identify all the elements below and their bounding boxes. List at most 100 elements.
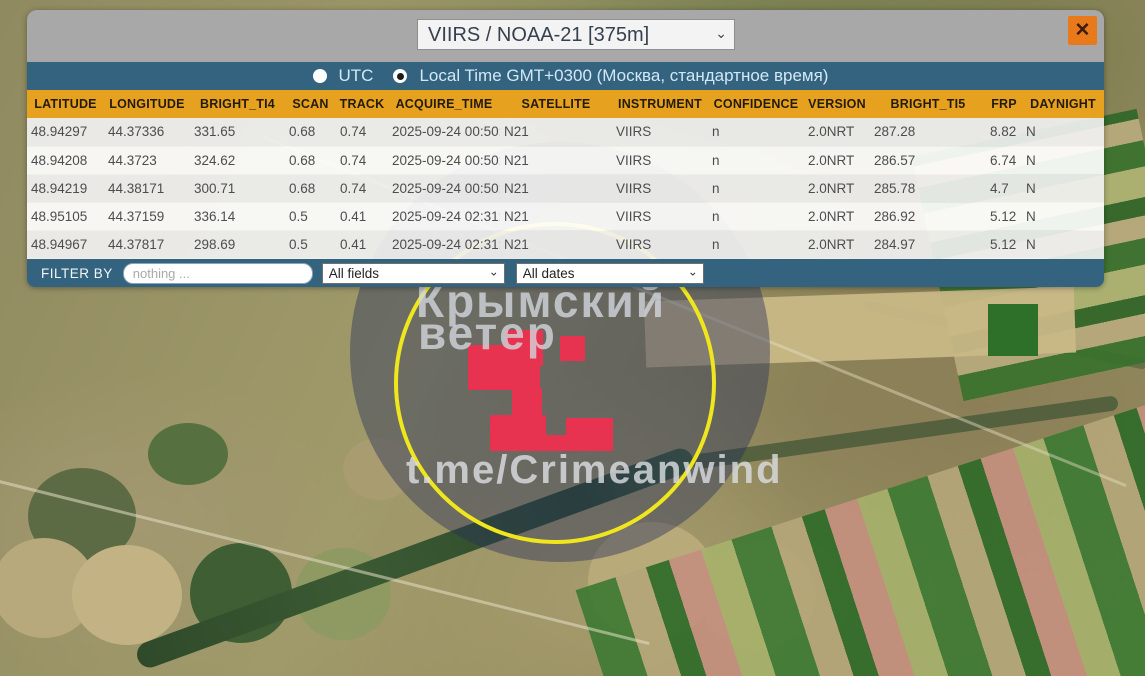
cell-satellite: N21	[500, 174, 612, 202]
cell-satellite: N21	[500, 202, 612, 230]
col-header-daynight: DAYNIGHT	[1022, 90, 1104, 118]
cell-frp: 8.82	[986, 118, 1022, 146]
cell-bright_ti5: 287.28	[870, 118, 986, 146]
cell-bright_ti4: 300.71	[190, 174, 285, 202]
cell-latitude: 48.95105	[27, 202, 104, 230]
cell-track: 0.74	[336, 146, 388, 174]
fields-select-wrapper: All fields	[322, 263, 505, 284]
close-button[interactable]: ✕	[1068, 16, 1097, 45]
fire-detections-table: LATITUDELONGITUDEBRIGHT_TI4SCANTRACKACQU…	[27, 90, 1104, 259]
table-header: LATITUDELONGITUDEBRIGHT_TI4SCANTRACKACQU…	[27, 90, 1104, 118]
cell-acquire_time: 2025-09-24 02:31:00	[388, 202, 500, 230]
cell-confidence: n	[708, 230, 804, 258]
cell-longitude: 44.37159	[104, 202, 190, 230]
cell-instrument: VIIRS	[612, 146, 708, 174]
cell-instrument: VIIRS	[612, 174, 708, 202]
cell-bright_ti5: 286.57	[870, 146, 986, 174]
cell-frp: 6.74	[986, 146, 1022, 174]
col-header-acquire_time: ACQUIRE_TIME	[388, 90, 500, 118]
col-header-latitude: LATITUDE	[27, 90, 104, 118]
cell-bright_ti5: 284.97	[870, 230, 986, 258]
timezone-toggle-bar: UTC Local Time GMT+0300 (Москва, стандар…	[27, 62, 1104, 90]
table-row: 48.9510544.37159336.140.50.412025-09-24 …	[27, 202, 1104, 230]
cell-bright_ti4: 331.65	[190, 118, 285, 146]
cell-track: 0.74	[336, 174, 388, 202]
watermark-text: ветер	[418, 306, 557, 360]
crop-field	[988, 304, 1038, 356]
irrigation-pivot-field	[72, 545, 182, 645]
cell-latitude: 48.94967	[27, 230, 104, 258]
cell-confidence: n	[708, 118, 804, 146]
cell-track: 0.41	[336, 230, 388, 258]
local-time-radio[interactable]	[393, 69, 407, 83]
cell-longitude: 44.38171	[104, 174, 190, 202]
cell-acquire_time: 2025-09-24 00:50:00	[388, 146, 500, 174]
col-header-version: VERSION	[804, 90, 870, 118]
col-header-instrument: INSTRUMENT	[612, 90, 708, 118]
cell-scan: 0.68	[285, 118, 336, 146]
dataset-select[interactable]: VIIRS / NOAA-21 [375m]	[418, 20, 734, 49]
cell-latitude: 48.94297	[27, 118, 104, 146]
cell-satellite: N21	[500, 118, 612, 146]
cell-bright_ti4: 324.62	[190, 146, 285, 174]
cell-longitude: 44.3723	[104, 146, 190, 174]
cell-bright_ti5: 286.92	[870, 202, 986, 230]
cell-daynight: N	[1022, 118, 1104, 146]
fire-table-body: 48.9429744.37336331.650.680.742025-09-24…	[27, 118, 1104, 258]
cell-frp: 5.12	[986, 230, 1022, 258]
cell-scan: 0.5	[285, 202, 336, 230]
col-header-scan: SCAN	[285, 90, 336, 118]
cell-scan: 0.5	[285, 230, 336, 258]
cell-bright_ti4: 336.14	[190, 202, 285, 230]
cell-version: 2.0NRT	[804, 174, 870, 202]
cell-frp: 4.7	[986, 174, 1022, 202]
irrigation-pivot-field	[148, 423, 228, 485]
cell-version: 2.0NRT	[804, 230, 870, 258]
dates-select[interactable]: All dates	[517, 264, 703, 283]
cell-acquire_time: 2025-09-24 00:50:00	[388, 118, 500, 146]
cell-scan: 0.68	[285, 146, 336, 174]
table-row: 48.9420844.3723324.620.680.742025-09-24 …	[27, 146, 1104, 174]
cell-confidence: n	[708, 202, 804, 230]
cell-latitude: 48.94208	[27, 146, 104, 174]
cell-confidence: n	[708, 146, 804, 174]
watermark-telegram-url: t.me/Crimeanwind	[406, 448, 783, 493]
cell-scan: 0.68	[285, 174, 336, 202]
table-row: 48.9421944.38171300.710.680.742025-09-24…	[27, 174, 1104, 202]
utc-radio[interactable]	[313, 69, 327, 83]
col-header-satellite: SATELLITE	[500, 90, 612, 118]
cell-track: 0.74	[336, 118, 388, 146]
table-row: 48.9429744.37336331.650.680.742025-09-24…	[27, 118, 1104, 146]
cell-version: 2.0NRT	[804, 118, 870, 146]
cell-track: 0.41	[336, 202, 388, 230]
fields-select[interactable]: All fields	[323, 264, 504, 283]
panel-title-bar: VIIRS / NOAA-21 [375m] ✕	[27, 10, 1104, 62]
cell-daynight: N	[1022, 202, 1104, 230]
dataset-select-wrapper: VIIRS / NOAA-21 [375m]	[417, 19, 735, 50]
cell-bright_ti5: 285.78	[870, 174, 986, 202]
table-header-row: LATITUDELONGITUDEBRIGHT_TI4SCANTRACKACQU…	[27, 90, 1104, 118]
cell-latitude: 48.94219	[27, 174, 104, 202]
dates-select-wrapper: All dates	[516, 263, 704, 284]
filter-by-label: FILTER BY	[41, 266, 113, 281]
cell-longitude: 44.37336	[104, 118, 190, 146]
cell-frp: 5.12	[986, 202, 1022, 230]
filter-text-input[interactable]	[123, 263, 313, 284]
col-header-track: TRACK	[336, 90, 388, 118]
cell-instrument: VIIRS	[612, 118, 708, 146]
cell-daynight: N	[1022, 174, 1104, 202]
cell-longitude: 44.37817	[104, 230, 190, 258]
cell-version: 2.0NRT	[804, 202, 870, 230]
cell-satellite: N21	[500, 146, 612, 174]
col-header-longitude: LONGITUDE	[104, 90, 190, 118]
filter-bar: FILTER BY All fields All dates	[27, 259, 1104, 288]
cell-daynight: N	[1022, 230, 1104, 258]
cell-daynight: N	[1022, 146, 1104, 174]
col-header-frp: FRP	[986, 90, 1022, 118]
cell-acquire_time: 2025-09-24 02:31:00	[388, 230, 500, 258]
cell-version: 2.0NRT	[804, 146, 870, 174]
utc-label[interactable]: UTC	[339, 66, 374, 86]
local-time-label[interactable]: Local Time GMT+0300 (Москва, стандартное…	[419, 66, 828, 86]
col-header-bright_ti5: BRIGHT_TI5	[870, 90, 986, 118]
cell-instrument: VIIRS	[612, 230, 708, 258]
